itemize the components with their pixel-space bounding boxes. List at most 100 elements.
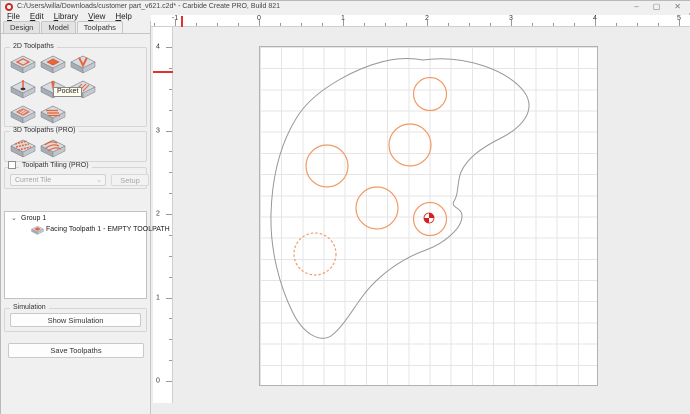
ruler-tick [166, 47, 172, 48]
ruler-tick [169, 110, 172, 111]
ruler-tick [166, 381, 172, 382]
current-tile-value: Current Tile [15, 177, 51, 184]
vector-drawing[interactable] [260, 47, 599, 387]
drill-toolpath-icon[interactable] [10, 79, 36, 99]
toolpath-group-row[interactable]: ⌄ Group 1 [5, 214, 146, 224]
h-ruler-label: 4 [593, 15, 597, 22]
toolpath-group-label: Group 1 [21, 215, 46, 222]
ruler-tick [166, 214, 172, 215]
close-button[interactable]: ✕ [674, 1, 681, 13]
simulation-label: Simulation [10, 304, 49, 311]
vertical-ruler: 43210 [153, 27, 173, 403]
ruler-tick [406, 23, 407, 26]
minimize-button[interactable]: – [634, 1, 638, 13]
cursor-position-marker-y [153, 71, 173, 73]
menu-file[interactable]: File [5, 12, 22, 21]
tiling-checkbox[interactable] [8, 161, 16, 169]
h-ruler-label: 0 [257, 15, 261, 22]
ruler-tick [322, 23, 323, 26]
ruler-tick [169, 318, 172, 319]
ruler-tick [169, 151, 172, 152]
ruler-tick [658, 23, 659, 26]
ruler-tick [166, 131, 172, 132]
menu-edit[interactable]: Edit [28, 12, 46, 21]
current-tile-select[interactable]: Current Tile ⌄ [10, 174, 106, 186]
ruler-tick [385, 23, 386, 26]
tab-model[interactable]: Model [41, 21, 75, 33]
3d-finish-toolpath-icon[interactable] [40, 138, 66, 158]
v-carve-toolpath-icon[interactable] [70, 54, 96, 74]
maximize-button[interactable]: ▢ [653, 1, 661, 13]
menu-bar: File Edit Library View Help [1, 12, 151, 21]
app-icon [5, 3, 13, 11]
tab-design[interactable]: Design [3, 21, 40, 33]
toolpath-list-item[interactable]: Facing Toolpath 1 - EMPTY TOOLPATH [5, 225, 146, 236]
ruler-tick [196, 23, 197, 26]
h-ruler-label: 2 [425, 15, 429, 22]
menu-view[interactable]: View [86, 12, 107, 21]
chevron-down-icon[interactable]: ⌄ [11, 214, 17, 222]
ruler-tick [553, 23, 554, 26]
stock-area[interactable] [259, 46, 598, 386]
ruler-tick [169, 193, 172, 194]
tab-toolpaths[interactable]: Toolpaths [77, 21, 123, 33]
circle-vector-selected[interactable] [294, 233, 336, 275]
h-ruler-label: 3 [509, 15, 513, 22]
pocket-toolpath-icon[interactable] [40, 54, 66, 74]
ruler-tick [448, 23, 449, 26]
engrave-toolpath-icon[interactable] [10, 104, 36, 124]
save-toolpaths-button[interactable]: Save Toolpaths [8, 343, 144, 358]
ruler-tick [364, 23, 365, 26]
ruler-tick [532, 23, 533, 26]
sidebar: Design Model Toolpaths 2D Toolpaths [1, 21, 151, 414]
show-simulation-button[interactable]: Show Simulation [10, 313, 141, 327]
toolpath-item-label: Facing Toolpath 1 - EMPTY TOOLPATH [46, 226, 170, 233]
window-title: C:/Users/willa/Downloads/customer part_v… [17, 3, 280, 10]
toolpath-list: ⌄ Group 1 Facing Toolpath 1 - EMPTY TOOL… [4, 211, 147, 299]
datum-origin-marker[interactable] [424, 213, 434, 223]
group-3d-toolpaths-label: 3D Toolpaths (PRO) [10, 127, 79, 134]
ruler-tick [169, 277, 172, 278]
v-ruler-label: 2 [156, 211, 160, 218]
circle-vector[interactable] [389, 124, 431, 166]
ruler-tick [301, 23, 302, 26]
menu-library[interactable]: Library [52, 12, 80, 21]
ruler-tick [490, 23, 491, 26]
tiling-label: Toolpath Tiling (PRO) [19, 162, 92, 169]
ruler-tick [574, 23, 575, 26]
ruler-tick [616, 23, 617, 26]
cursor-position-marker-x [181, 16, 183, 27]
circle-vector[interactable] [356, 187, 398, 229]
group-toolpath-tiling: Toolpath Tiling (PRO) Current Tile ⌄ Set… [4, 167, 147, 189]
group-2d-toolpaths-label: 2D Toolpaths [10, 43, 57, 50]
ruler-tick [169, 89, 172, 90]
ruler-tick [169, 68, 172, 69]
contour-toolpath-icon[interactable] [10, 54, 36, 74]
menu-help[interactable]: Help [113, 12, 133, 21]
ruler-tick [169, 235, 172, 236]
slot-toolpath-icon[interactable] [40, 104, 66, 124]
ruler-tick [169, 360, 172, 361]
v-ruler-label: 3 [156, 127, 160, 134]
ruler-tick [166, 298, 172, 299]
facing-toolpath-icon [31, 225, 44, 235]
setup-button[interactable]: Setup [111, 174, 149, 186]
ruler-tick [280, 23, 281, 26]
ruler-tick [169, 256, 172, 257]
ruler-tick [169, 339, 172, 340]
h-ruler-label: 1 [341, 15, 345, 22]
part-outline[interactable] [271, 59, 529, 339]
horizontal-ruler: -1 0 1 2 3 4 5 [151, 15, 690, 27]
toolpath-icon-grid-3d [10, 138, 100, 163]
ruler-tick [238, 23, 239, 26]
pocket-tooltip: Pocket [53, 87, 82, 97]
v-ruler-label: 4 [156, 44, 160, 51]
circle-vector[interactable] [414, 78, 447, 111]
h-ruler-label: 5 [677, 15, 681, 22]
h-ruler-label: -1 [172, 15, 178, 22]
circle-vector[interactable] [306, 145, 348, 187]
ruler-tick [169, 172, 172, 173]
chevron-down-icon: ⌄ [96, 175, 102, 186]
3d-rough-toolpath-icon[interactable] [10, 138, 36, 158]
group-3d-toolpaths: 3D Toolpaths (PRO) [4, 131, 147, 162]
